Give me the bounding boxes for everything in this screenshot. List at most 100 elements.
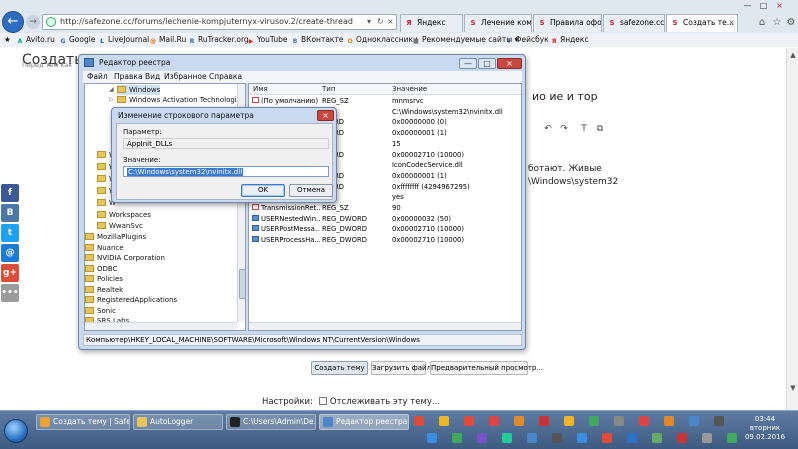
window-close-icon[interactable]: × [773,1,786,11]
quick-launch-icon[interactable] [476,433,487,443]
tree-item-wwansvc[interactable]: WwanSvc [97,221,143,231]
bookmark-icon[interactable]: ★ [4,35,11,44]
minimize-button[interactable]: — [459,58,477,69]
quick-launch-icon[interactable] [714,416,724,426]
quick-launch-icon[interactable] [426,433,437,443]
column-type[interactable]: Тип [322,85,335,93]
tree-item-odbc[interactable]: ODBC [85,264,117,274]
quick-launch-icon[interactable] [614,416,624,426]
cancel-button[interactable]: Отмена [289,184,333,197]
tree-item-workspaces[interactable]: Workspaces [97,210,151,220]
quick-launch-icon[interactable] [726,433,737,443]
tree-item-windows[interactable]: Windows [117,85,161,95]
tree-hscrollbar[interactable] [85,322,237,330]
minimize-icon[interactable]: — [741,1,754,11]
gear-icon[interactable]: ⚙ [785,17,797,29]
bookmark-recommended[interactable]: ■ Рекомендуемые сайты ▾ [412,35,518,46]
expand-icon[interactable]: ▷ [109,96,114,103]
tree-item-nuance[interactable]: Nuance [85,243,124,253]
task-browser[interactable]: Создать тему | SafeZ... [36,414,130,430]
list-hscrollbar[interactable] [249,322,521,330]
google-plus-share-icon[interactable]: g+ [1,264,19,282]
quick-launch-icon[interactable] [539,416,549,426]
bookmark-odnoklassniki[interactable]: O Одноклассники [346,35,418,46]
tab-create-thread[interactable]: S Создать те... × [666,14,738,32]
column-value[interactable]: Значение [392,85,427,93]
menu-edit[interactable]: Правка [114,72,143,81]
tab-lechenie[interactable]: S Лечение ком... [464,14,532,32]
menu-file[interactable]: Файл [87,72,108,81]
preview-button[interactable]: Предварительный просмотр... [430,361,543,375]
menu-help[interactable]: Справка [209,72,242,81]
quick-launch-icon[interactable] [676,433,687,443]
menu-view[interactable]: Вид [145,72,160,81]
task-autologger[interactable]: AutoLogger [133,414,223,430]
bookmark-mailru[interactable]: @ Mail.Ru [149,35,186,46]
quick-launch-icon[interactable] [451,433,462,443]
quick-launch-icon[interactable] [576,433,587,443]
bookmark-facebook[interactable]: f Фейсбук [505,35,549,46]
column-name[interactable]: Имя [253,85,268,93]
quick-launch-icon[interactable] [464,416,474,426]
quick-launch-icon[interactable] [439,416,449,426]
clear-format-icon[interactable]: T [578,123,590,135]
tab-close-icon[interactable]: × [728,15,735,31]
start-button[interactable] [4,419,28,443]
quick-launch-icon[interactable] [514,416,524,426]
quick-launch-icon[interactable] [501,433,512,443]
quick-launch-icon[interactable] [564,416,574,426]
tab-pravila[interactable]: S Правила офо... [533,14,602,32]
tab-safezone[interactable]: Ssafezone.cc [603,14,665,32]
quick-launch-icon[interactable] [689,416,699,426]
dropdown-icon[interactable]: ▾ [367,17,371,26]
tree-item-wat[interactable]: Windows Activation Technologies [117,95,245,105]
quick-launch-icon[interactable] [639,416,649,426]
tree-item-realtek[interactable]: Realtek [85,285,123,295]
redo-icon[interactable]: ↷ [558,123,570,135]
maximize-icon[interactable]: □ [757,1,770,11]
quick-launch-icon[interactable] [414,416,424,426]
table-row[interactable]: USERProcessHa... REG_DWORD 0x00002710 (100… [249,235,521,246]
maximize-button[interactable]: □ [478,58,496,69]
quick-launch-icon[interactable] [701,433,712,443]
clock[interactable]: 03:44 вторник 09.02.2016 [740,415,790,442]
back-arrow-icon[interactable]: ← [2,11,24,33]
undo-icon[interactable]: ↶ [542,123,554,135]
bookmark-google[interactable]: G Google [59,35,96,46]
table-row[interactable]: (По умолчанию) REG_SZ mnmsrvc [249,96,521,107]
quick-launch-icon[interactable] [601,433,612,443]
task-explorer[interactable]: C:\Users\Admin\De... [226,414,316,430]
tree-item-mozillaplugins[interactable]: MozillaPlugins [85,232,146,242]
scroll-down-icon[interactable]: ▼ [788,383,798,393]
bookmark-avito[interactable]: A Avito.ru [16,35,55,46]
star-icon[interactable]: ☆ [771,17,783,29]
bookmark-livejournal[interactable]: L LiveJournal [98,35,149,46]
tree-item-sonic[interactable]: Sonic [85,306,116,316]
reload-icon[interactable]: ↻ [377,17,384,26]
mail-share-icon[interactable]: @ [1,244,19,262]
tree-scroll-thumb[interactable] [239,269,245,299]
quick-launch-icon[interactable] [526,433,537,443]
quick-launch-icon[interactable] [626,433,637,443]
scroll-up-icon[interactable]: ▲ [788,50,798,60]
twitter-share-icon[interactable]: t [1,224,19,242]
menu-favorites[interactable]: Избранное [164,72,207,81]
tree-item-registeredapps[interactable]: RegisteredApplications [85,295,177,305]
table-row[interactable]: USERPostMessa... REG_DWORD 0x00002710 (100… [249,224,521,235]
ok-button[interactable]: OK [241,184,285,197]
quick-launch-icon[interactable] [551,433,562,443]
home-icon[interactable]: ⌂ [756,17,768,29]
tree-item-policies[interactable]: Policies [85,274,123,284]
tab-yandex[interactable]: Я Яндекс [400,14,463,32]
tree-item-nvidia[interactable]: NVIDIA Corporation [85,253,165,263]
bookmark-yandex[interactable]: Я Яндекс [550,35,589,46]
close-icon[interactable]: × [387,17,394,26]
page-scrollbar[interactable]: ▲ ▼ [786,48,798,410]
table-row[interactable]: TransmissionRet... REG_SZ 90 [249,203,521,214]
more-share-icon[interactable]: ••• [1,284,19,302]
table-row[interactable]: USERNestedWin... REG_DWORD 0x00000032 (50) [249,214,521,225]
bookmark-youtube[interactable]: ▶ YouTube [247,35,288,46]
task-regedit[interactable]: Редактор реестра [319,414,409,430]
forward-arrow-icon[interactable]: → [26,15,40,29]
address-bar[interactable]: http://safezone.cc/forums/lechenie-kompj… [42,14,397,30]
